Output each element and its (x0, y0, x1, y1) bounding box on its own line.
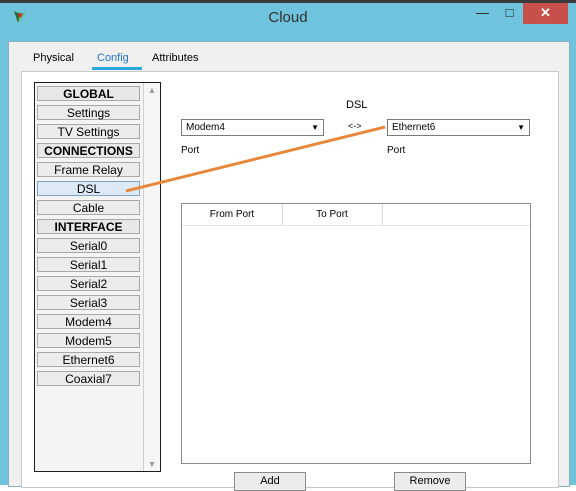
connection-separator: <-> (348, 121, 362, 131)
sidebar-item-serial2[interactable]: Serial2 (37, 276, 140, 291)
sidebar-item-tv-settings[interactable]: TV Settings (37, 124, 140, 139)
maximize-button[interactable]: □ (496, 3, 523, 24)
config-sidebar: GLOBAL Settings TV Settings CONNECTIONS … (34, 82, 161, 472)
sidebar-item-settings[interactable]: Settings (37, 105, 140, 120)
tab-physical[interactable]: Physical (33, 52, 74, 64)
sidebar-item-coaxial7[interactable]: Coaxial7 (37, 371, 140, 386)
sidebar-header-connections: CONNECTIONS (37, 143, 140, 158)
sidebar-item-serial3[interactable]: Serial3 (37, 295, 140, 310)
sidebar-item-serial0[interactable]: Serial0 (37, 238, 140, 253)
sidebar-item-frame-relay[interactable]: Frame Relay (37, 162, 140, 177)
window-content: Physical Config Attributes GLOBAL Settin… (8, 41, 570, 491)
port-connection-table[interactable]: From Port To Port (181, 203, 531, 464)
sidebar-item-cable[interactable]: Cable (37, 200, 140, 215)
sidebar-header-interface: INTERFACE (37, 219, 140, 234)
dsl-heading: DSL (346, 99, 368, 111)
sidebar-item-modem4[interactable]: Modem4 (37, 314, 140, 329)
column-header-to-port[interactable]: To Port (282, 204, 383, 226)
active-tab-indicator (92, 67, 142, 70)
minimize-button[interactable]: — (469, 3, 496, 24)
add-button[interactable]: Add (234, 472, 306, 491)
right-port-label: Port (387, 145, 406, 156)
close-button[interactable]: ✕ (523, 3, 568, 24)
chevron-down-icon: ▼ (517, 123, 525, 132)
tab-config[interactable]: Config (97, 52, 129, 64)
left-port-value: Modem4 (186, 122, 225, 133)
column-header-empty (382, 204, 530, 226)
sidebar-scrollbar[interactable]: ▲ ▼ (143, 83, 160, 471)
sidebar-header-global: GLOBAL (37, 86, 140, 101)
config-panel: GLOBAL Settings TV Settings CONNECTIONS … (21, 71, 559, 491)
sidebar-item-modem5[interactable]: Modem5 (37, 333, 140, 348)
chevron-down-icon: ▼ (311, 123, 319, 132)
cloud-window: Cloud — □ ✕ Physical Config Attributes G… (0, 3, 576, 491)
left-port-label: Port (181, 145, 200, 156)
right-port-select[interactable]: Ethernet6 ▼ (387, 119, 530, 136)
sidebar-item-serial1[interactable]: Serial1 (37, 257, 140, 272)
scroll-up-icon[interactable]: ▲ (144, 85, 160, 95)
sidebar-item-dsl[interactable]: DSL (37, 181, 140, 196)
column-header-from-port[interactable]: From Port (182, 204, 283, 226)
scroll-down-icon[interactable]: ▼ (144, 459, 160, 469)
remove-button[interactable]: Remove (394, 472, 466, 491)
title-bar[interactable]: Cloud — □ ✕ (0, 3, 576, 31)
right-port-value: Ethernet6 (392, 122, 436, 133)
tab-attributes[interactable]: Attributes (152, 52, 198, 64)
left-port-select[interactable]: Modem4 ▼ (181, 119, 324, 136)
sidebar-item-ethernet6[interactable]: Ethernet6 (37, 352, 140, 367)
